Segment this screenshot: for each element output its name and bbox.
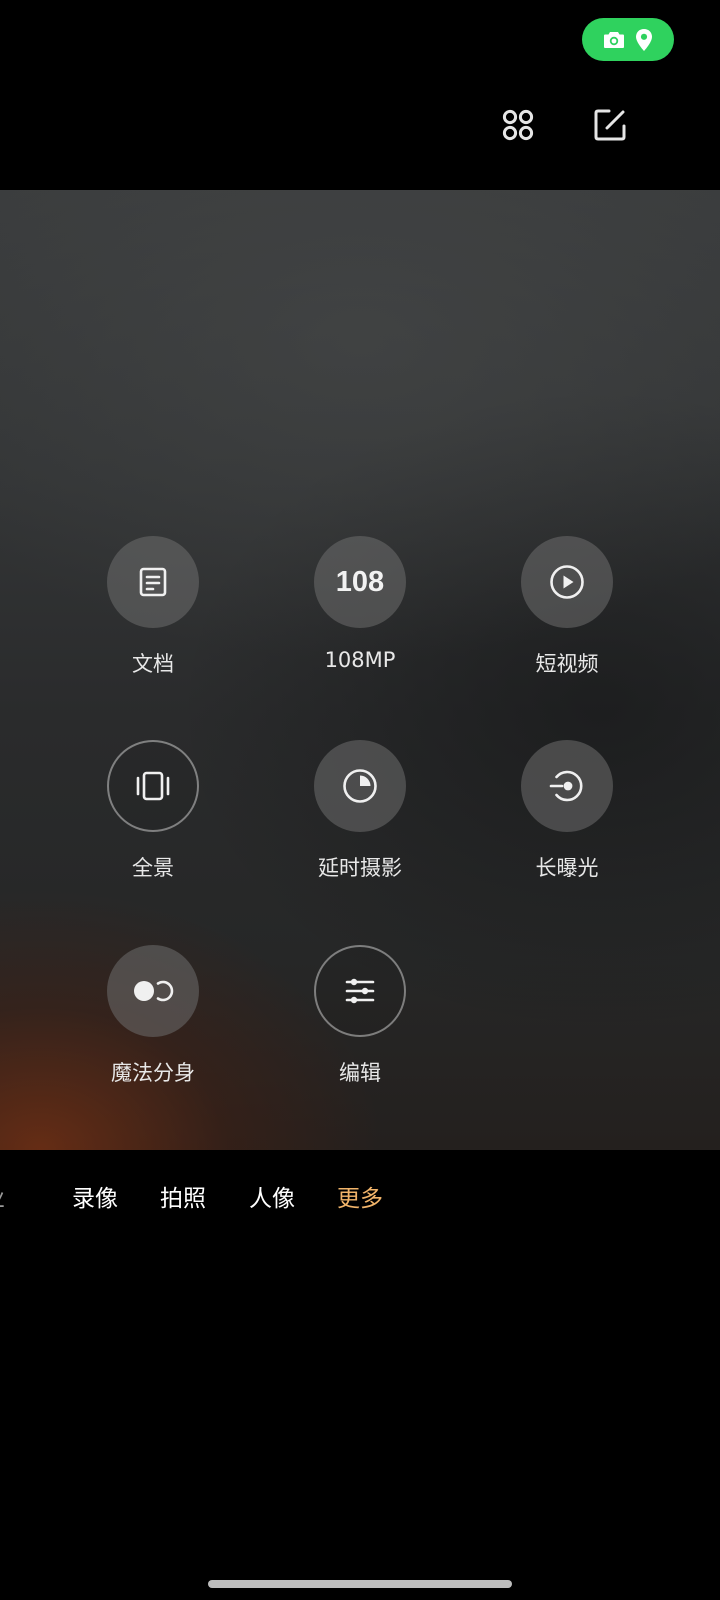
mode-short-video[interactable]: 短视频 [477, 536, 657, 696]
sliders-icon [343, 975, 377, 1007]
edit-button[interactable] [586, 101, 634, 149]
panorama-icon [134, 770, 172, 802]
tab-photo[interactable]: 拍照 [160, 1180, 206, 1218]
long-exposure-icon [548, 768, 586, 804]
tab-pro[interactable]: 业 [0, 1180, 5, 1218]
mode-timelapse[interactable]: 延时摄影 [270, 740, 450, 900]
home-indicator[interactable] [208, 1580, 512, 1588]
camera-icon [603, 30, 625, 49]
play-icon [549, 564, 585, 600]
mode-108mp[interactable]: 108 108MP [270, 536, 450, 696]
mode-edit-button[interactable] [314, 945, 406, 1037]
privacy-indicator-pill[interactable] [582, 18, 674, 61]
mode-panorama[interactable]: 全景 [63, 740, 243, 900]
mode-108mp-button[interactable]: 108 [314, 536, 406, 628]
mode-short-video-label: 短视频 [535, 652, 599, 676]
mode-panorama-label: 全景 [132, 856, 174, 880]
mode-long-exposure-button[interactable] [521, 740, 613, 832]
mode-document[interactable]: 文档 [63, 536, 243, 696]
camera-mode-tabs[interactable]: 业 录像 拍照 人像 更多 [0, 1180, 720, 1222]
location-pin-icon [635, 28, 653, 52]
mode-edit-label: 编辑 [339, 1061, 381, 1085]
mode-timelapse-label: 延时摄影 [318, 856, 402, 880]
document-icon [137, 566, 169, 598]
tab-more[interactable]: 更多 [337, 1180, 383, 1218]
mode-document-label: 文档 [132, 652, 174, 676]
timelapse-icon [342, 768, 378, 804]
mode-clone[interactable]: 魔法分身 [63, 945, 243, 1105]
mode-short-video-button[interactable] [521, 536, 613, 628]
mode-edit[interactable]: 编辑 [270, 945, 450, 1105]
mode-long-exposure-label: 长曝光 [535, 856, 599, 880]
mode-clone-button[interactable] [107, 945, 199, 1037]
tab-video[interactable]: 录像 [72, 1180, 118, 1218]
mode-panorama-button[interactable] [107, 740, 199, 832]
more-apps-button[interactable] [494, 101, 542, 149]
more-apps-icon [501, 108, 535, 142]
mode-108mp-label: 108MP [324, 648, 396, 672]
mode-clone-label: 魔法分身 [111, 1061, 195, 1085]
edit-icon [592, 107, 628, 143]
mode-timelapse-button[interactable] [314, 740, 406, 832]
tab-portrait[interactable]: 人像 [249, 1180, 295, 1218]
108mp-badge: 108 [335, 565, 385, 598]
mode-long-exposure[interactable]: 长曝光 [477, 740, 657, 900]
clone-icon [132, 978, 174, 1004]
mode-document-button[interactable] [107, 536, 199, 628]
